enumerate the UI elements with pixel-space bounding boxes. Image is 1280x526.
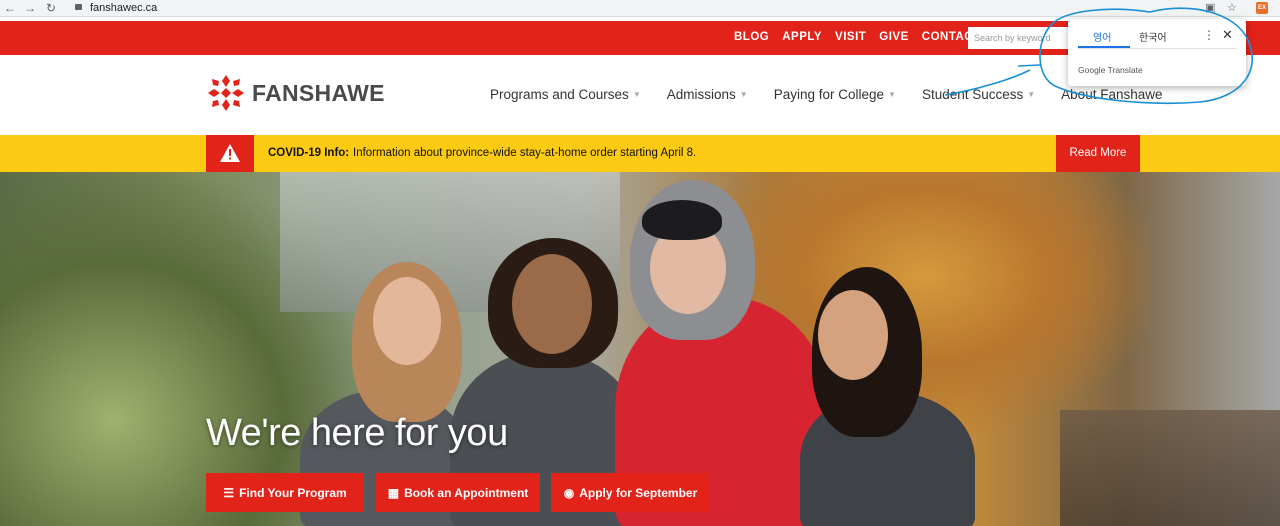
bookmark-star-icon[interactable]: ☆	[1227, 1, 1237, 15]
browser-toolbar: ← → ↻ fanshawec.ca ▣ ☆ EX	[0, 0, 1280, 17]
apply-september-button[interactable]: ◉ Apply for September	[551, 473, 710, 512]
utility-links: BLOG APPLY VISIT GIVE CONTACT	[734, 31, 981, 43]
give-link[interactable]: GIVE	[879, 31, 908, 43]
logo-text: FANSHAWE	[252, 79, 385, 106]
list-icon: ☰	[223, 485, 235, 500]
divider	[1078, 48, 1236, 49]
alert-banner: COVID-19 Info: Information about provinc…	[0, 135, 1280, 172]
hero-person-beanie	[642, 200, 722, 240]
hero-background-bench	[1060, 410, 1280, 526]
warning-icon	[206, 135, 254, 172]
nav-item-about[interactable]: About Fanshawe	[1061, 87, 1162, 102]
search-input[interactable]: Search by keyword	[968, 27, 1078, 49]
forward-icon[interactable]: →	[24, 1, 36, 15]
google-translate-brand: Google Translate	[1078, 65, 1143, 75]
nav-label: About Fanshawe	[1061, 87, 1163, 102]
lock-icon	[75, 4, 82, 10]
more-options-icon[interactable]: ⋮	[1203, 28, 1215, 42]
user-icon: ◉	[563, 485, 575, 500]
nav-label: Student Success	[921, 87, 1024, 102]
nav-item-programs[interactable]: Programs and Courses ▼	[490, 87, 641, 102]
hero-title: We're here for you	[206, 412, 508, 454]
close-icon[interactable]: ✕	[1222, 27, 1233, 43]
fanshawe-logo-icon	[208, 75, 244, 111]
book-appointment-button[interactable]: ▦ Book an Appointment	[376, 473, 540, 512]
nav-label: Admissions	[666, 87, 736, 102]
nav-item-paying[interactable]: Paying for College ▼	[774, 87, 896, 102]
find-program-button[interactable]: ☰ Find Your Program	[206, 473, 364, 512]
back-icon[interactable]: ←	[4, 1, 16, 15]
chevron-down-icon: ▼	[739, 90, 748, 99]
hero-person-face	[373, 277, 441, 365]
alert-message[interactable]: Information about province-wide stay-at-…	[353, 147, 696, 159]
apply-link[interactable]: APPLY	[782, 31, 822, 43]
blog-link[interactable]: BLOG	[734, 31, 769, 43]
main-nav: Programs and Courses ▼ Admissions ▼ Paying…	[490, 87, 1189, 102]
chevron-down-icon: ▼	[888, 90, 896, 99]
alert-label: COVID-19 Info:	[268, 147, 350, 159]
nav-item-admissions[interactable]: Admissions ▼	[667, 87, 748, 102]
button-label: Find Your Program	[239, 485, 347, 500]
nav-label: Paying for College	[773, 87, 885, 102]
hero-person-face	[818, 290, 888, 380]
hero-banner: We're here for you ☰ Find Your Program ▦…	[0, 172, 1280, 526]
tab-source-language[interactable]: 영어	[1093, 29, 1111, 44]
chevron-down-icon: ▼	[632, 90, 641, 99]
translate-popup: 영어 한국어 ⋮ ✕ Google Translate	[1068, 19, 1246, 86]
nav-item-student-success[interactable]: Student Success ▼	[922, 87, 1035, 102]
extension-icon[interactable]: EX	[1256, 2, 1268, 14]
button-label: Apply for September	[579, 485, 698, 500]
visit-link[interactable]: VISIT	[835, 31, 866, 43]
translate-icon[interactable]: ▣	[1205, 1, 1215, 15]
tab-target-language[interactable]: 한국어	[1139, 29, 1167, 44]
button-label: Book an Appointment	[404, 485, 529, 500]
hero-person-face	[512, 254, 592, 354]
calendar-icon: ▦	[387, 485, 400, 500]
reload-icon[interactable]: ↻	[46, 1, 56, 15]
chevron-down-icon: ▼	[1027, 90, 1036, 99]
logo[interactable]: FANSHAWE	[206, 73, 385, 113]
nav-label: Programs and Courses	[490, 87, 629, 102]
read-more-button[interactable]: Read More	[1056, 135, 1140, 172]
address-bar[interactable]: fanshawec.ca	[90, 1, 157, 15]
